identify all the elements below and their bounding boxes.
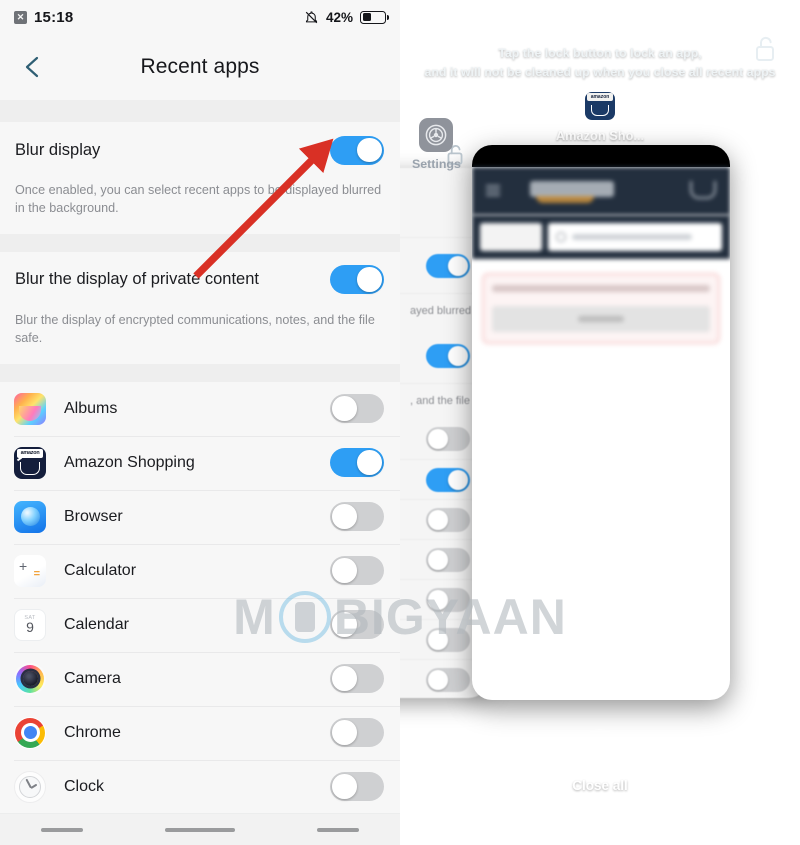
browser-toggle[interactable] bbox=[330, 502, 384, 531]
screenshot-root: ✕ 15:18 42% Recent apps Blur display Onc… bbox=[0, 0, 800, 845]
pref-row-blur-display[interactable]: Blur display bbox=[0, 122, 400, 178]
settings-recent-apps-screen: ✕ 15:18 42% Recent apps Blur display Onc… bbox=[0, 0, 400, 845]
battery-icon bbox=[360, 10, 389, 24]
app-row-amazon-shopping[interactable]: amazon Amazon Shopping bbox=[0, 435, 400, 490]
hamburger-menu-icon bbox=[486, 185, 500, 196]
battery-percent: 42% bbox=[325, 9, 353, 25]
pref-label: Blur display bbox=[15, 140, 101, 159]
app-name: Albums bbox=[64, 399, 118, 417]
search-placeholder bbox=[572, 234, 692, 240]
app-name: Browser bbox=[64, 507, 123, 525]
calendar-toggle[interactable] bbox=[330, 610, 384, 639]
cart-glyph bbox=[20, 461, 40, 475]
nav-back-pill[interactable] bbox=[719, 827, 758, 831]
clock-icon bbox=[14, 770, 46, 803]
system-navigation-bar bbox=[0, 813, 400, 845]
system-navigation-bar bbox=[400, 813, 800, 845]
calculator-icon: + = bbox=[14, 554, 46, 587]
amazon-logo bbox=[530, 181, 614, 197]
error-message-text bbox=[492, 285, 710, 292]
calendar-day-number: 9 bbox=[26, 619, 34, 635]
amazon-shopping-toggle[interactable] bbox=[330, 448, 384, 477]
app-name: Camera bbox=[64, 669, 121, 687]
front-card-app-label: Amazon Sho... bbox=[555, 128, 645, 143]
recent-card-amazon-shopping[interactable] bbox=[472, 145, 730, 700]
blur-private-content-toggle[interactable] bbox=[330, 265, 384, 295]
app-name: Amazon Shopping bbox=[64, 453, 195, 471]
app-row-clock[interactable]: Clock bbox=[0, 759, 400, 814]
amazon-icon: amazon bbox=[14, 446, 46, 479]
app-row-calculator[interactable]: + = Calculator bbox=[0, 543, 400, 598]
cart-icon bbox=[690, 181, 716, 199]
pref-row-blur-private-content[interactable]: Blur the display of private content bbox=[0, 251, 400, 308]
back-chevron-icon[interactable] bbox=[18, 52, 48, 82]
pref-description: Blur the display of encrypted communicat… bbox=[0, 307, 400, 364]
browser-icon bbox=[14, 500, 46, 533]
gear-icon bbox=[419, 118, 454, 152]
cart-glyph bbox=[591, 105, 609, 116]
app-row-camera[interactable]: Camera bbox=[0, 651, 400, 706]
amazon-icon: amazon bbox=[585, 92, 615, 120]
chrome-icon bbox=[14, 716, 46, 749]
app-name: Calendar bbox=[64, 615, 129, 633]
pref-description: Once enabled, you can select recent apps… bbox=[0, 178, 400, 234]
nav-recents-pill[interactable] bbox=[442, 827, 481, 831]
recents-hint-line1: Tap the lock button to lock an app, bbox=[498, 46, 702, 60]
close-all-label: Close all bbox=[572, 778, 628, 793]
nav-recents-pill[interactable] bbox=[41, 827, 83, 832]
blur-display-toggle[interactable] bbox=[330, 135, 384, 165]
app-name: Calculator bbox=[64, 561, 137, 579]
calendar-icon: SAT 9 bbox=[14, 608, 46, 641]
try-again-button bbox=[492, 306, 710, 332]
page-title: Recent apps bbox=[140, 55, 260, 78]
amazon-app-navbar bbox=[472, 167, 730, 215]
app-name: Clock bbox=[64, 777, 105, 795]
card-status-strip bbox=[472, 145, 730, 167]
camera-icon bbox=[14, 662, 46, 695]
search-icon bbox=[556, 232, 566, 242]
amazon-error-box bbox=[482, 273, 720, 344]
status-bar: ✕ 15:18 42% bbox=[0, 0, 400, 34]
amazon-swoosh bbox=[536, 196, 594, 203]
app-list: Albums amazon Amazon Shopping Browser + = bbox=[0, 381, 400, 845]
section-gap bbox=[0, 233, 400, 252]
search-field bbox=[548, 223, 722, 251]
recents-hint-line2: and it will not be cleaned up when you c… bbox=[424, 65, 776, 80]
close-all-button[interactable]: Close all bbox=[400, 729, 800, 793]
albums-icon bbox=[14, 392, 46, 425]
app-row-albums[interactable]: Albums bbox=[0, 382, 400, 436]
section-gap bbox=[0, 363, 400, 382]
behind-card-header: Settings bbox=[412, 118, 461, 171]
status-time: 15:18 bbox=[34, 8, 74, 26]
nav-back-pill[interactable] bbox=[317, 827, 359, 832]
category-dropdown bbox=[480, 223, 542, 251]
recent-apps-overview-screen: Tap the lock button to lock an app, and … bbox=[400, 0, 800, 845]
calculator-toggle[interactable] bbox=[330, 556, 384, 585]
clock-toggle[interactable] bbox=[330, 772, 384, 801]
app-row-browser[interactable]: Browser bbox=[0, 489, 400, 544]
nav-home-pill[interactable] bbox=[165, 827, 235, 832]
behind-card-app-label: Settings bbox=[412, 157, 461, 171]
camera-toggle[interactable] bbox=[330, 664, 384, 693]
bell-off-icon bbox=[305, 10, 318, 23]
app-name: Chrome bbox=[64, 723, 121, 741]
status-bar-right: 42% bbox=[304, 9, 389, 25]
section-gap bbox=[0, 100, 400, 122]
chrome-toggle[interactable] bbox=[330, 718, 384, 747]
amazon-search-bar bbox=[472, 215, 730, 259]
nav-home-pill[interactable] bbox=[564, 827, 635, 831]
close-x-icon bbox=[580, 729, 620, 769]
alarm-off-icon: ✕ bbox=[14, 10, 27, 24]
front-card-unlock-icon[interactable] bbox=[754, 36, 776, 67]
status-bar-left: ✕ 15:18 bbox=[14, 9, 73, 26]
recents-hint: Tap the lock button to lock an app, and … bbox=[400, 44, 800, 82]
pref-label: Blur the display of private content bbox=[15, 270, 259, 289]
page-header: Recent apps bbox=[0, 34, 400, 100]
albums-toggle[interactable] bbox=[330, 394, 384, 423]
app-row-calendar[interactable]: SAT 9 Calendar bbox=[0, 597, 400, 652]
app-row-chrome[interactable]: Chrome bbox=[0, 705, 400, 760]
amazon-wordmark: amazon bbox=[587, 93, 613, 101]
